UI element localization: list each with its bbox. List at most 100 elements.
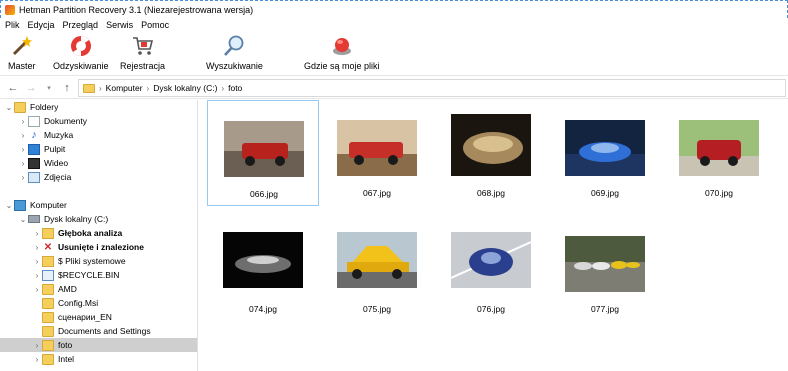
tree-label: foto: [58, 340, 73, 350]
tree-item-desktop[interactable]: › Pulpit: [0, 142, 197, 156]
tree-item-deep-analysis[interactable]: › Głęboka analiza: [0, 226, 197, 240]
chevron-right-icon[interactable]: ›: [18, 117, 28, 126]
magic-wand-icon: [12, 36, 32, 56]
thumbnail-image: [565, 236, 645, 292]
chevron-down-icon[interactable]: ⌄: [4, 103, 14, 112]
thumbnail-image: [337, 120, 417, 176]
recovery-button[interactable]: Odzyskiwanie: [53, 34, 109, 71]
chevron-right-icon[interactable]: ›: [18, 131, 28, 140]
dropdown-icon[interactable]: ▾: [40, 84, 58, 92]
chevron-right-icon[interactable]: ›: [32, 243, 42, 252]
chevron-right-icon[interactable]: ›: [32, 271, 42, 280]
file-tile[interactable]: 068.jpg: [435, 100, 547, 206]
file-name: 067.jpg: [363, 188, 391, 198]
back-icon[interactable]: ←: [4, 82, 22, 94]
folder-tree: ⌄ Foldery › Dokumenty › ♪ Muzyka › Pulpi…: [0, 100, 198, 371]
tree-label: Dysk lokalny (C:): [44, 214, 109, 224]
magnifier-icon: [224, 35, 244, 56]
tree-item-system-files[interactable]: › $ Pliki systemowe: [0, 254, 197, 268]
file-tile[interactable]: 076.jpg: [435, 216, 547, 322]
tree-item-documents-settings[interactable]: Documents and Settings: [0, 324, 197, 338]
tree-item-amd[interactable]: › AMD: [0, 282, 197, 296]
window-title: Hetman Partition Recovery 3.1 (Niezareje…: [19, 4, 254, 15]
folder-icon: [42, 283, 54, 295]
tree-item-intel[interactable]: › Intel: [0, 352, 197, 366]
file-tile[interactable]: 074.jpg: [207, 216, 319, 322]
tree-item-computer[interactable]: ⌄ Komputer: [0, 198, 197, 212]
breadcrumb-computer[interactable]: Komputer: [106, 83, 143, 93]
chevron-right-icon[interactable]: ›: [32, 355, 42, 364]
path-field[interactable]: › Komputer › Dysk lokalny (C:) › foto: [78, 79, 786, 97]
chevron-down-icon[interactable]: ⌄: [4, 201, 14, 210]
file-tile[interactable]: 069.jpg: [549, 100, 661, 206]
master-button[interactable]: Master: [8, 34, 36, 71]
file-name: 068.jpg: [477, 188, 505, 198]
search-button[interactable]: Wyszukiwanie: [206, 34, 263, 71]
chevron-right-icon: ›: [221, 83, 225, 93]
menu-plik[interactable]: Plik: [5, 20, 20, 30]
tree-label: $RECYCLE.BIN: [58, 270, 120, 280]
tree-label: сценарии_EN: [58, 312, 112, 322]
file-name: 075.jpg: [363, 304, 391, 314]
tree-item-recycle-bin[interactable]: › $RECYCLE.BIN: [0, 268, 197, 282]
chevron-right-icon[interactable]: ›: [32, 257, 42, 266]
app-icon: [5, 4, 15, 15]
tree-item-folders[interactable]: ⌄ Foldery: [0, 100, 197, 114]
menu-bar: Plik Edycja Przegląd Serwis Pomoc: [0, 18, 788, 32]
address-bar: ← → ▾ ↑ › Komputer › Dysk lokalny (C:) ›…: [0, 77, 788, 99]
thumbnail-image: [224, 121, 304, 177]
thumbnail-image: [679, 120, 759, 176]
tree-item-documents[interactable]: › Dokumenty: [0, 114, 197, 128]
file-grid: 066.jpg 067.jpg 068.jpg 069.jpg 070.jpg …: [199, 100, 788, 371]
chevron-down-icon[interactable]: ⌄: [18, 215, 28, 224]
thumbnail-image: [451, 114, 531, 176]
folder-icon: [42, 311, 54, 323]
tree-item-scenarios[interactable]: сценарии_EN: [0, 310, 197, 324]
chevron-right-icon[interactable]: ›: [18, 159, 28, 168]
folder-icon: [42, 339, 54, 351]
chevron-right-icon: ›: [99, 83, 102, 93]
tree-item-video[interactable]: › Wideo: [0, 156, 197, 170]
tree-item-music[interactable]: › ♪ Muzyka: [0, 128, 197, 142]
lifebuoy-icon: [70, 36, 91, 56]
folder-icon: [83, 83, 95, 93]
chevron-right-icon[interactable]: ›: [18, 145, 28, 154]
tree-label: Documents and Settings: [58, 326, 151, 336]
up-icon[interactable]: ↑: [58, 82, 76, 94]
tree-item-foto[interactable]: › foto: [0, 338, 197, 352]
chevron-right-icon[interactable]: ›: [32, 341, 42, 350]
search-label: Wyszukiwanie: [206, 61, 263, 71]
breadcrumb-drive[interactable]: Dysk lokalny (C:): [153, 83, 217, 93]
file-tile[interactable]: 075.jpg: [321, 216, 433, 322]
where-files-button[interactable]: Gdzie są moje pliki: [304, 34, 380, 71]
tree-item-deleted-found[interactable]: › ✕ Usunięte i znalezione: [0, 240, 197, 254]
chevron-right-icon[interactable]: ›: [18, 173, 28, 182]
registration-button[interactable]: Rejestracja: [120, 34, 165, 71]
tree-label: Pulpit: [44, 144, 66, 154]
file-tile[interactable]: 077.jpg: [549, 216, 661, 322]
menu-przeglad[interactable]: Przegląd: [63, 20, 99, 30]
file-name: 070.jpg: [705, 188, 733, 198]
tree-label: Usunięte i znalezione: [58, 242, 144, 252]
thumbnail-image: [451, 232, 531, 288]
title-bar: Hetman Partition Recovery 3.1 (Niezareje…: [0, 0, 788, 18]
file-tile[interactable]: 067.jpg: [321, 100, 433, 206]
file-tile[interactable]: 070.jpg: [663, 100, 775, 206]
chevron-right-icon[interactable]: ›: [32, 229, 42, 238]
forward-icon[interactable]: →: [22, 82, 40, 94]
film-icon: [28, 157, 40, 169]
folder-icon: [42, 325, 54, 337]
breadcrumb-foto[interactable]: foto: [228, 83, 242, 93]
tree-label: Dokumenty: [44, 116, 87, 126]
file-tile[interactable]: 066.jpg: [207, 100, 319, 206]
tree-item-config-msi[interactable]: Config.Msi: [0, 296, 197, 310]
tree-item-pictures[interactable]: › Zdjęcia: [0, 170, 197, 184]
menu-pomoc[interactable]: Pomoc: [141, 20, 169, 30]
document-icon: [28, 115, 40, 127]
menu-serwis[interactable]: Serwis: [106, 20, 133, 30]
tree-label: Config.Msi: [58, 298, 99, 308]
menu-edycja[interactable]: Edycja: [28, 20, 55, 30]
tree-item-local-disk[interactable]: ⌄ Dysk lokalny (C:): [0, 212, 197, 226]
tree-label: Komputer: [30, 200, 67, 210]
chevron-right-icon[interactable]: ›: [32, 285, 42, 294]
